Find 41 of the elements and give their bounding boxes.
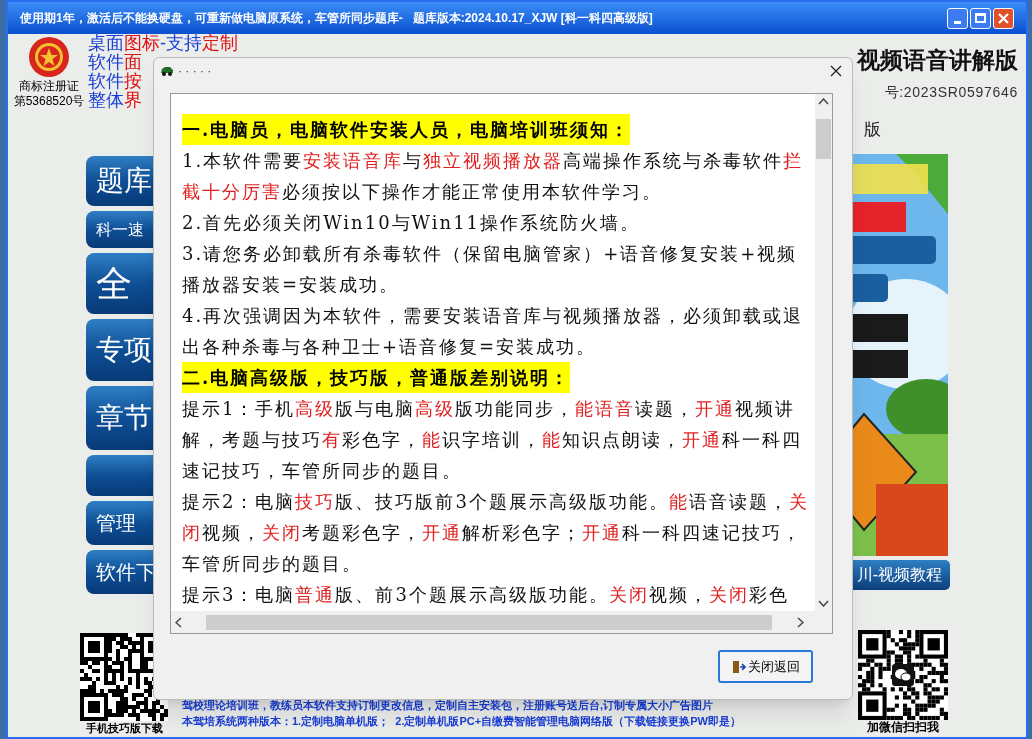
maximize-button[interactable] — [970, 7, 991, 29]
app-heading: 视频语音讲解版 — [857, 46, 1018, 75]
close-icon — [830, 65, 842, 77]
section-heading: 二.电脑高级版，技巧版，普通版差别说明： — [182, 362, 571, 393]
paragraph: 提示2：电脑技巧版、技巧版前3个题展示高级版功能。能语音读题，关闭视频，关闭考题彩色字，开通解析彩色字；开通科一科四速记技巧，车管所同步的题目。 — [182, 490, 810, 576]
vertical-scrollbar[interactable] — [815, 94, 832, 611]
horizontal-scrollbar[interactable] — [171, 611, 832, 633]
qr-caption: 加微信扫扫我 — [867, 720, 939, 735]
emblem-icon — [27, 35, 71, 79]
trademark-caption: 商标注册证 — [19, 79, 79, 94]
qr-caption: 手机技巧版下载 — [85, 721, 163, 735]
scroll-left-icon[interactable] — [175, 616, 182, 628]
notice-text: 桌面图标-支持定制 — [88, 34, 238, 53]
paragraph: 3.请您务必卸载所有杀毒软件（保留电脑管家）+语音修复安装+视频播放器安装=安装成功。 — [182, 242, 799, 297]
close-icon — [998, 12, 1009, 24]
window-title: 使用期1年，激活后不能换硬盘，可重新做电脑原系统，车管所同步题库- 题库版本:2024.10.17_XJW [科一科四高级版] — [20, 10, 654, 27]
notice-text: 软件按 — [88, 72, 142, 91]
scroll-down-icon[interactable] — [818, 600, 829, 607]
scroll-right-icon[interactable] — [797, 616, 804, 628]
section-heading: 一.电脑员，电脑软件安装人员，电脑培训班须知： — [182, 114, 631, 145]
chat-icon — [892, 664, 914, 686]
car-icon — [160, 66, 174, 76]
paragraph: 4.再次强调因为本软件，需要安装语音库与视频播放器，必须卸载或退出各种杀毒与各种卫士+语音修复=安装成功。 — [182, 304, 805, 359]
paragraph: 提示1：手机高级版与电脑 高级版功能同步，能语音读题，开通视频讲解，考题与技巧有彩色字，能识字培训，能知识点朗读，开通科一科四速记技巧，车管所同步的题目。 — [182, 397, 803, 483]
dialog-title: · · · · · — [178, 63, 213, 80]
close-return-button[interactable]: 关闭返回 — [718, 650, 813, 683]
footer-text: 本驾培系统两种版本：1.定制电脑单机版； 2.定制单机版PC+自缴费智能管理电脑网络版（下载链接更换PW即是） — [182, 714, 741, 729]
notice-text: 整体界 — [88, 91, 142, 110]
notice-text: 软件面 — [88, 53, 142, 72]
minimize-button[interactable] — [947, 7, 968, 29]
scroll-thumb[interactable] — [816, 119, 831, 159]
paragraph: 2.首先必须关闭Win10与Win11操作系统防火墙。 — [182, 211, 642, 235]
footer-text: 驾校理论培训班，教练员本软件支持订制更改信息，定制自主安装包，注册账号送后台,订制专属大小广告图片 — [182, 698, 715, 713]
registration-number: 号:2023SR0597646 — [884, 83, 1018, 102]
edition-text: 版 — [864, 119, 881, 141]
exit-door-icon — [731, 659, 746, 674]
paragraph: 提示3：电脑普通版、前3个题展示高级版功能。关闭视频，关闭彩色 — [182, 583, 790, 607]
trademark-number: 第5368520号 — [13, 94, 85, 109]
scroll-thumb[interactable] — [206, 614, 772, 630]
scroll-up-icon[interactable] — [818, 98, 829, 105]
paragraph: 1.本软件需要安装语音库与独立视频播放器 高端操作系统与杀毒软件拦截十分厉害必须按以下操作才能正常使用本软件学习。 — [182, 149, 805, 204]
